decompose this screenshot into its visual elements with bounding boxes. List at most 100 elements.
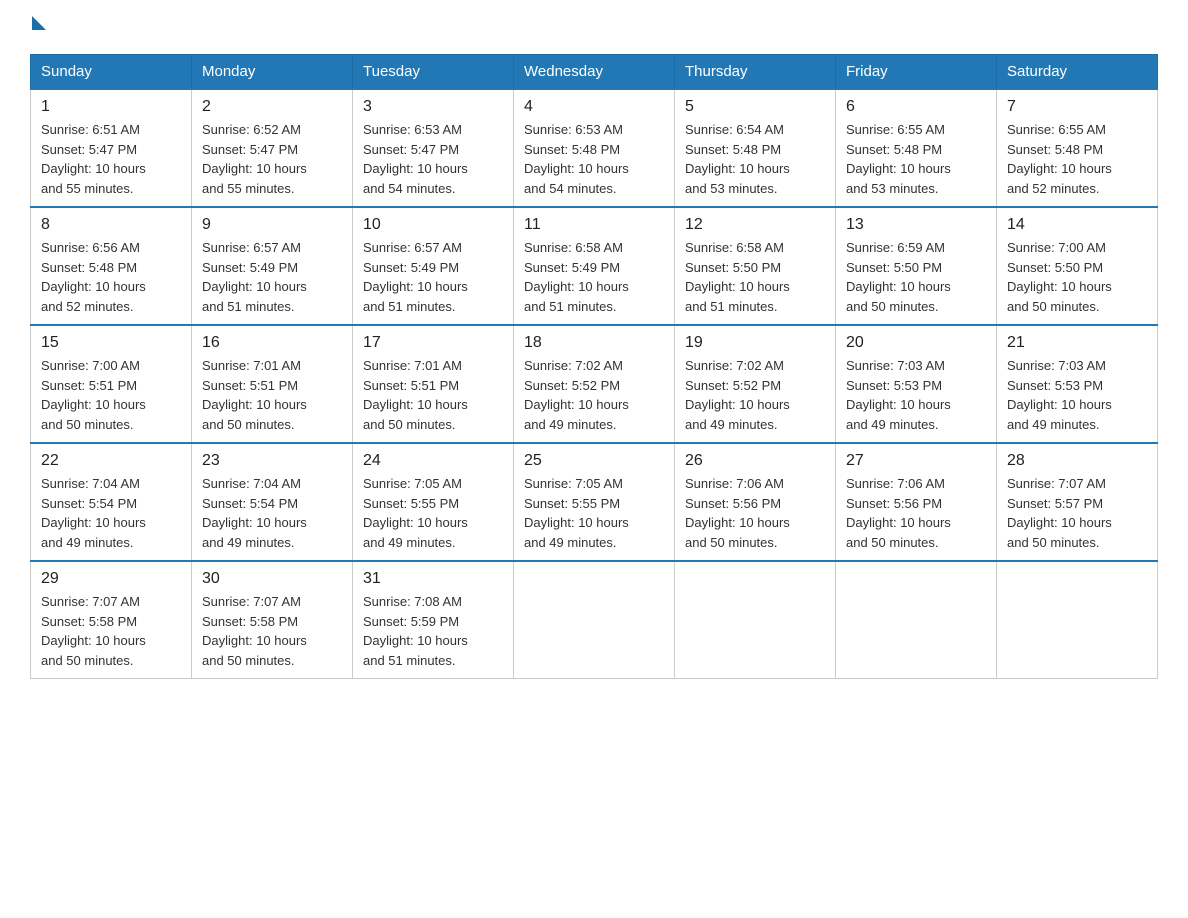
day-info: Sunrise: 7:07 AMSunset: 5:58 PMDaylight:… bbox=[202, 592, 342, 670]
calendar-cell: 12 Sunrise: 6:58 AMSunset: 5:50 PMDaylig… bbox=[675, 207, 836, 325]
day-info: Sunrise: 7:07 AMSunset: 5:58 PMDaylight:… bbox=[41, 592, 181, 670]
calendar-cell: 22 Sunrise: 7:04 AMSunset: 5:54 PMDaylig… bbox=[31, 443, 192, 561]
day-number: 20 bbox=[846, 334, 986, 352]
day-info: Sunrise: 7:03 AMSunset: 5:53 PMDaylight:… bbox=[1007, 356, 1147, 434]
day-info: Sunrise: 7:04 AMSunset: 5:54 PMDaylight:… bbox=[202, 474, 342, 552]
day-number: 5 bbox=[685, 98, 825, 116]
calendar-cell: 14 Sunrise: 7:00 AMSunset: 5:50 PMDaylig… bbox=[997, 207, 1158, 325]
day-number: 26 bbox=[685, 452, 825, 470]
day-number: 4 bbox=[524, 98, 664, 116]
calendar-cell: 30 Sunrise: 7:07 AMSunset: 5:58 PMDaylig… bbox=[192, 561, 353, 679]
weekday-header-wednesday: Wednesday bbox=[514, 55, 675, 90]
day-info: Sunrise: 7:05 AMSunset: 5:55 PMDaylight:… bbox=[524, 474, 664, 552]
calendar-cell bbox=[997, 561, 1158, 679]
day-info: Sunrise: 6:54 AMSunset: 5:48 PMDaylight:… bbox=[685, 120, 825, 198]
day-info: Sunrise: 7:00 AMSunset: 5:51 PMDaylight:… bbox=[41, 356, 181, 434]
day-info: Sunrise: 7:05 AMSunset: 5:55 PMDaylight:… bbox=[363, 474, 503, 552]
day-info: Sunrise: 6:55 AMSunset: 5:48 PMDaylight:… bbox=[1007, 120, 1147, 198]
day-number: 1 bbox=[41, 98, 181, 116]
calendar-cell: 19 Sunrise: 7:02 AMSunset: 5:52 PMDaylig… bbox=[675, 325, 836, 443]
day-number: 22 bbox=[41, 452, 181, 470]
day-info: Sunrise: 7:00 AMSunset: 5:50 PMDaylight:… bbox=[1007, 238, 1147, 316]
calendar-week-row: 1 Sunrise: 6:51 AMSunset: 5:47 PMDayligh… bbox=[31, 89, 1158, 207]
calendar-cell: 24 Sunrise: 7:05 AMSunset: 5:55 PMDaylig… bbox=[353, 443, 514, 561]
calendar-cell: 29 Sunrise: 7:07 AMSunset: 5:58 PMDaylig… bbox=[31, 561, 192, 679]
day-number: 12 bbox=[685, 216, 825, 234]
calendar-table: SundayMondayTuesdayWednesdayThursdayFrid… bbox=[30, 54, 1158, 679]
calendar-cell: 4 Sunrise: 6:53 AMSunset: 5:48 PMDayligh… bbox=[514, 89, 675, 207]
calendar-cell: 15 Sunrise: 7:00 AMSunset: 5:51 PMDaylig… bbox=[31, 325, 192, 443]
weekday-header-friday: Friday bbox=[836, 55, 997, 90]
weekday-header-tuesday: Tuesday bbox=[353, 55, 514, 90]
day-info: Sunrise: 7:02 AMSunset: 5:52 PMDaylight:… bbox=[524, 356, 664, 434]
calendar-cell: 25 Sunrise: 7:05 AMSunset: 5:55 PMDaylig… bbox=[514, 443, 675, 561]
day-number: 11 bbox=[524, 216, 664, 234]
calendar-cell: 8 Sunrise: 6:56 AMSunset: 5:48 PMDayligh… bbox=[31, 207, 192, 325]
calendar-cell: 9 Sunrise: 6:57 AMSunset: 5:49 PMDayligh… bbox=[192, 207, 353, 325]
day-info: Sunrise: 6:51 AMSunset: 5:47 PMDaylight:… bbox=[41, 120, 181, 198]
day-number: 31 bbox=[363, 570, 503, 588]
weekday-header-monday: Monday bbox=[192, 55, 353, 90]
calendar-cell: 16 Sunrise: 7:01 AMSunset: 5:51 PMDaylig… bbox=[192, 325, 353, 443]
weekday-header-thursday: Thursday bbox=[675, 55, 836, 90]
day-number: 14 bbox=[1007, 216, 1147, 234]
day-info: Sunrise: 6:53 AMSunset: 5:47 PMDaylight:… bbox=[363, 120, 503, 198]
calendar-cell: 11 Sunrise: 6:58 AMSunset: 5:49 PMDaylig… bbox=[514, 207, 675, 325]
day-info: Sunrise: 7:01 AMSunset: 5:51 PMDaylight:… bbox=[363, 356, 503, 434]
day-number: 18 bbox=[524, 334, 664, 352]
day-info: Sunrise: 7:08 AMSunset: 5:59 PMDaylight:… bbox=[363, 592, 503, 670]
weekday-header-sunday: Sunday bbox=[31, 55, 192, 90]
day-info: Sunrise: 7:06 AMSunset: 5:56 PMDaylight:… bbox=[846, 474, 986, 552]
day-info: Sunrise: 6:55 AMSunset: 5:48 PMDaylight:… bbox=[846, 120, 986, 198]
weekday-header-saturday: Saturday bbox=[997, 55, 1158, 90]
day-number: 17 bbox=[363, 334, 503, 352]
calendar-cell: 2 Sunrise: 6:52 AMSunset: 5:47 PMDayligh… bbox=[192, 89, 353, 207]
calendar-cell bbox=[514, 561, 675, 679]
day-number: 24 bbox=[363, 452, 503, 470]
logo bbox=[30, 20, 46, 34]
day-number: 10 bbox=[363, 216, 503, 234]
calendar-cell: 20 Sunrise: 7:03 AMSunset: 5:53 PMDaylig… bbox=[836, 325, 997, 443]
day-info: Sunrise: 7:03 AMSunset: 5:53 PMDaylight:… bbox=[846, 356, 986, 434]
day-info: Sunrise: 6:52 AMSunset: 5:47 PMDaylight:… bbox=[202, 120, 342, 198]
calendar-cell: 7 Sunrise: 6:55 AMSunset: 5:48 PMDayligh… bbox=[997, 89, 1158, 207]
weekday-header-row: SundayMondayTuesdayWednesdayThursdayFrid… bbox=[31, 55, 1158, 90]
day-number: 29 bbox=[41, 570, 181, 588]
day-number: 3 bbox=[363, 98, 503, 116]
day-info: Sunrise: 7:06 AMSunset: 5:56 PMDaylight:… bbox=[685, 474, 825, 552]
day-info: Sunrise: 6:56 AMSunset: 5:48 PMDaylight:… bbox=[41, 238, 181, 316]
day-number: 7 bbox=[1007, 98, 1147, 116]
day-number: 30 bbox=[202, 570, 342, 588]
day-number: 23 bbox=[202, 452, 342, 470]
calendar-cell: 27 Sunrise: 7:06 AMSunset: 5:56 PMDaylig… bbox=[836, 443, 997, 561]
day-number: 28 bbox=[1007, 452, 1147, 470]
calendar-week-row: 15 Sunrise: 7:00 AMSunset: 5:51 PMDaylig… bbox=[31, 325, 1158, 443]
calendar-cell: 13 Sunrise: 6:59 AMSunset: 5:50 PMDaylig… bbox=[836, 207, 997, 325]
day-number: 8 bbox=[41, 216, 181, 234]
calendar-cell bbox=[675, 561, 836, 679]
day-number: 25 bbox=[524, 452, 664, 470]
day-info: Sunrise: 7:02 AMSunset: 5:52 PMDaylight:… bbox=[685, 356, 825, 434]
day-info: Sunrise: 6:57 AMSunset: 5:49 PMDaylight:… bbox=[202, 238, 342, 316]
day-info: Sunrise: 6:59 AMSunset: 5:50 PMDaylight:… bbox=[846, 238, 986, 316]
logo-triangle-icon bbox=[32, 16, 46, 30]
calendar-cell: 17 Sunrise: 7:01 AMSunset: 5:51 PMDaylig… bbox=[353, 325, 514, 443]
calendar-cell: 18 Sunrise: 7:02 AMSunset: 5:52 PMDaylig… bbox=[514, 325, 675, 443]
calendar-cell: 28 Sunrise: 7:07 AMSunset: 5:57 PMDaylig… bbox=[997, 443, 1158, 561]
day-info: Sunrise: 7:04 AMSunset: 5:54 PMDaylight:… bbox=[41, 474, 181, 552]
calendar-cell: 26 Sunrise: 7:06 AMSunset: 5:56 PMDaylig… bbox=[675, 443, 836, 561]
day-number: 19 bbox=[685, 334, 825, 352]
day-number: 6 bbox=[846, 98, 986, 116]
day-number: 9 bbox=[202, 216, 342, 234]
day-number: 2 bbox=[202, 98, 342, 116]
calendar-cell: 3 Sunrise: 6:53 AMSunset: 5:47 PMDayligh… bbox=[353, 89, 514, 207]
day-number: 13 bbox=[846, 216, 986, 234]
day-info: Sunrise: 7:07 AMSunset: 5:57 PMDaylight:… bbox=[1007, 474, 1147, 552]
calendar-cell: 23 Sunrise: 7:04 AMSunset: 5:54 PMDaylig… bbox=[192, 443, 353, 561]
calendar-week-row: 29 Sunrise: 7:07 AMSunset: 5:58 PMDaylig… bbox=[31, 561, 1158, 679]
calendar-week-row: 22 Sunrise: 7:04 AMSunset: 5:54 PMDaylig… bbox=[31, 443, 1158, 561]
day-info: Sunrise: 6:57 AMSunset: 5:49 PMDaylight:… bbox=[363, 238, 503, 316]
day-info: Sunrise: 6:58 AMSunset: 5:50 PMDaylight:… bbox=[685, 238, 825, 316]
calendar-cell: 31 Sunrise: 7:08 AMSunset: 5:59 PMDaylig… bbox=[353, 561, 514, 679]
calendar-cell: 1 Sunrise: 6:51 AMSunset: 5:47 PMDayligh… bbox=[31, 89, 192, 207]
